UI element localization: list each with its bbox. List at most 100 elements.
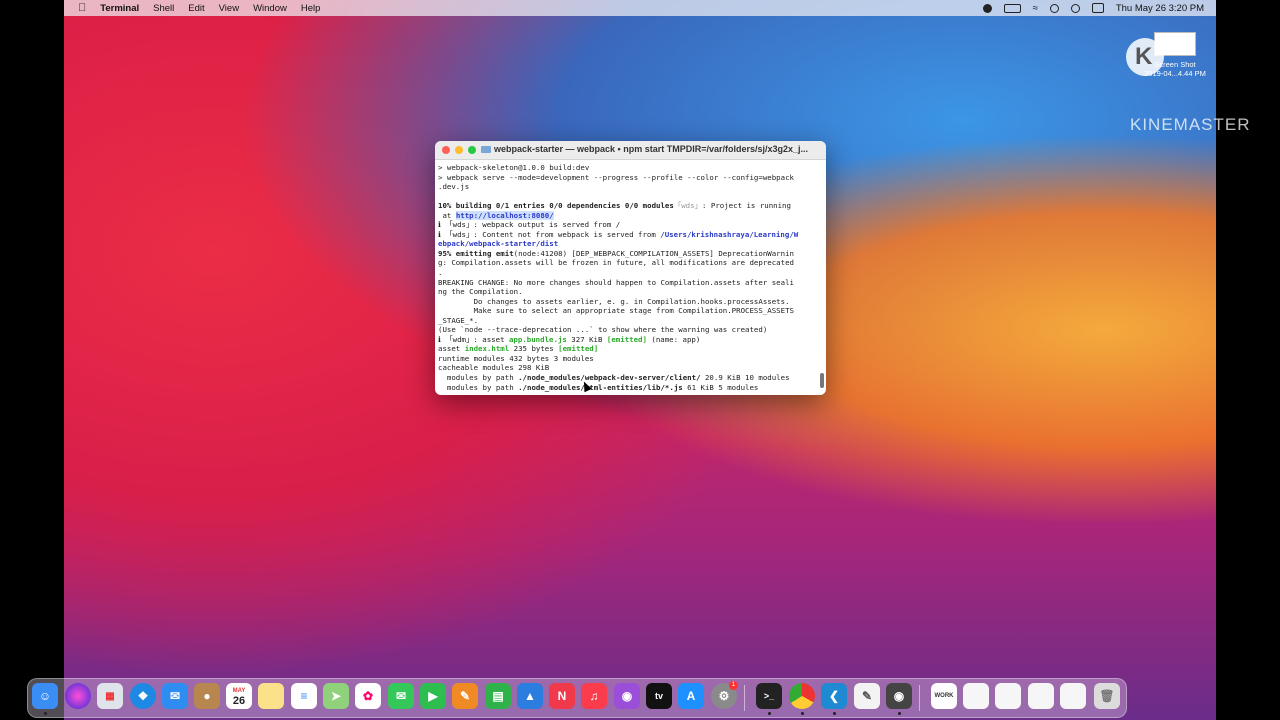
- running-indicator: [898, 712, 901, 715]
- emitted-tag: [emitted]: [558, 344, 599, 354]
- terminal-output[interactable]: > webpack-skeleton@1.0.0 build:dev > web…: [435, 160, 826, 392]
- maps-icon[interactable]: ➤: [323, 683, 349, 709]
- module-size: 61 KiB 5 modules: [682, 382, 759, 392]
- bundle-name: app.bundle.js: [508, 334, 567, 344]
- modules-by-path-text: modules by path: [438, 373, 519, 383]
- status-area: ≈ Thu May 26 3:20 PM: [982, 0, 1204, 16]
- music-icon[interactable]: ♫: [581, 683, 607, 709]
- terminal-line: .: [438, 268, 443, 278]
- localhost-link[interactable]: http://localhost:8080/: [455, 210, 554, 220]
- safari-icon[interactable]: ❖: [130, 683, 156, 709]
- modules-by-path-text: modules by path: [438, 382, 519, 392]
- finder-icon[interactable]: ☺: [32, 683, 58, 709]
- menu-edit[interactable]: Edit: [188, 3, 204, 14]
- terminal-line: _STAGE_*.: [438, 315, 479, 325]
- pages-icon[interactable]: ✎: [452, 683, 478, 709]
- terminal-icon[interactable]: >_: [756, 683, 782, 709]
- emitted-tag: [emitted]: [606, 334, 647, 344]
- terminal-scrollbar[interactable]: [820, 373, 824, 388]
- terminal-line: ng the Compilation.: [438, 287, 523, 297]
- trash-icon[interactable]: 🗑: [1094, 683, 1120, 709]
- at-text: at: [438, 210, 456, 220]
- terminal-line: Do changes to assets earlier, e. g. in C…: [438, 296, 790, 306]
- minimize-window-button[interactable]: [455, 146, 463, 154]
- running-text: : Project is running: [701, 201, 791, 211]
- progress-text: 10% building 0/1 entries 0/0 dependencie…: [438, 201, 674, 211]
- terminal-line: cacheable modules 298 KiB: [438, 363, 550, 373]
- reminders-icon[interactable]: ≡: [291, 683, 317, 709]
- terminal-window[interactable]: webpack-starter — webpack • npm start TM…: [435, 141, 826, 395]
- terminal-line: ℹ 「wdm」: asset app.bundle.js 327 KiB [em…: [438, 335, 823, 345]
- terminal-line: asset index.html 235 bytes [emitted]: [438, 344, 823, 354]
- textedit-icon[interactable]: ✎: [854, 683, 880, 709]
- running-indicator: [44, 712, 47, 715]
- menu-shell[interactable]: Shell: [153, 3, 174, 14]
- user-icon[interactable]: [1049, 3, 1059, 13]
- terminal-line: 95% emitting emit(node:41208) [DEP_WEBPA…: [438, 249, 823, 259]
- recent-document-icon[interactable]: [995, 683, 1021, 709]
- launchpad-icon[interactable]: ▦: [97, 683, 123, 709]
- terminal-line: > webpack serve --mode=development --pro…: [438, 172, 794, 182]
- terminal-line: modules by path ./node_modules/html-enti…: [438, 383, 823, 393]
- wdm-asset-text: ℹ 「wdm」: asset: [438, 334, 509, 344]
- kinemaster-k-glyph: K: [1135, 43, 1153, 70]
- terminal-titlebar[interactable]: webpack-starter — webpack • npm start TM…: [435, 141, 826, 160]
- preview-icon[interactable]: ◉: [886, 683, 912, 709]
- menu-bar:  Terminal Shell Edit View Window Help ≈…: [64, 0, 1216, 16]
- notification-badge: 1: [729, 681, 738, 690]
- terminal-line: at http://localhost:8080/: [438, 210, 823, 221]
- numbers-icon[interactable]: ▤: [485, 683, 511, 709]
- battery-icon[interactable]: [1003, 3, 1021, 13]
- running-indicator: [801, 712, 804, 715]
- close-window-button[interactable]: [442, 146, 450, 154]
- menu-clock[interactable]: Thu May 26 3:20 PM: [1116, 3, 1204, 14]
- siri-icon[interactable]: [65, 683, 91, 709]
- recent-document-icon[interactable]: [1028, 683, 1054, 709]
- spotlight-search-icon[interactable]: [1070, 3, 1080, 13]
- zoom-window-button[interactable]: [468, 146, 476, 154]
- news-icon[interactable]: N: [549, 683, 575, 709]
- recent-document-icon[interactable]: [963, 683, 989, 709]
- terminal-line: ℹ 「wds」: webpack output is served from /: [438, 220, 621, 230]
- app-store-icon[interactable]: A: [678, 683, 704, 709]
- folder-icon: [481, 146, 491, 153]
- tv-icon[interactable]: tv: [646, 683, 672, 709]
- photos-icon[interactable]: ✿: [355, 683, 381, 709]
- dist-path-link[interactable]: ebpack/webpack-starter/dist: [438, 239, 823, 249]
- terminal-line: ℹ 「wds」: Content not from webpack is ser…: [438, 230, 823, 240]
- facetime-icon[interactable]: ▶: [420, 683, 446, 709]
- running-indicator: [833, 712, 836, 715]
- terminal-line: modules by path ./node_modules/webpack-d…: [438, 373, 823, 383]
- calendar-icon[interactable]: MAY 26: [226, 683, 252, 709]
- stack-folder-icon[interactable]: WORK: [931, 683, 957, 709]
- vscode-icon[interactable]: ❮: [821, 683, 847, 709]
- keynote-icon[interactable]: ▲: [517, 683, 543, 709]
- apple-menu-icon[interactable]: : [78, 2, 86, 14]
- contacts-icon[interactable]: ●: [194, 683, 220, 709]
- index-size: 235 bytes: [509, 344, 559, 354]
- menu-help[interactable]: Help: [301, 3, 321, 14]
- messages-icon[interactable]: ✉: [388, 683, 414, 709]
- downloads-icon[interactable]: [1060, 683, 1086, 709]
- terminal-line: > webpack-skeleton@1.0.0 build:dev: [438, 163, 590, 172]
- chrome-icon[interactable]: [789, 683, 815, 709]
- mail-icon[interactable]: ✉: [162, 683, 188, 709]
- kinemaster-watermark: KINEMASTER: [1130, 115, 1251, 134]
- notes-icon[interactable]: [258, 683, 284, 709]
- control-center-icon[interactable]: [1091, 3, 1104, 13]
- content-text: ℹ 「wds」: Content not from webpack is ser…: [438, 229, 661, 239]
- terminal-line: BREAKING CHANGE: No more changes should …: [438, 277, 794, 287]
- podcasts-icon[interactable]: ◉: [614, 683, 640, 709]
- module-path: ./node_modules/webpack-dev-server/client…: [518, 373, 701, 383]
- menu-app-terminal[interactable]: Terminal: [100, 3, 139, 14]
- terminal-line: (Use `node --trace-deprecation ...` to s…: [438, 325, 768, 335]
- wifi-icon[interactable]: ≈: [1033, 3, 1038, 14]
- users-path-link[interactable]: /Users/krishnashraya/Learning/W: [660, 230, 798, 239]
- terminal-title: webpack-starter — webpack • npm start TM…: [481, 144, 808, 154]
- calendar-day: 26: [232, 695, 246, 707]
- menu-view[interactable]: View: [219, 3, 239, 14]
- record-icon[interactable]: [982, 3, 992, 13]
- menu-window[interactable]: Window: [253, 3, 287, 14]
- deprecation-text: (node:41208) [DEP_WEBPACK_COMPILATION_AS…: [513, 248, 794, 258]
